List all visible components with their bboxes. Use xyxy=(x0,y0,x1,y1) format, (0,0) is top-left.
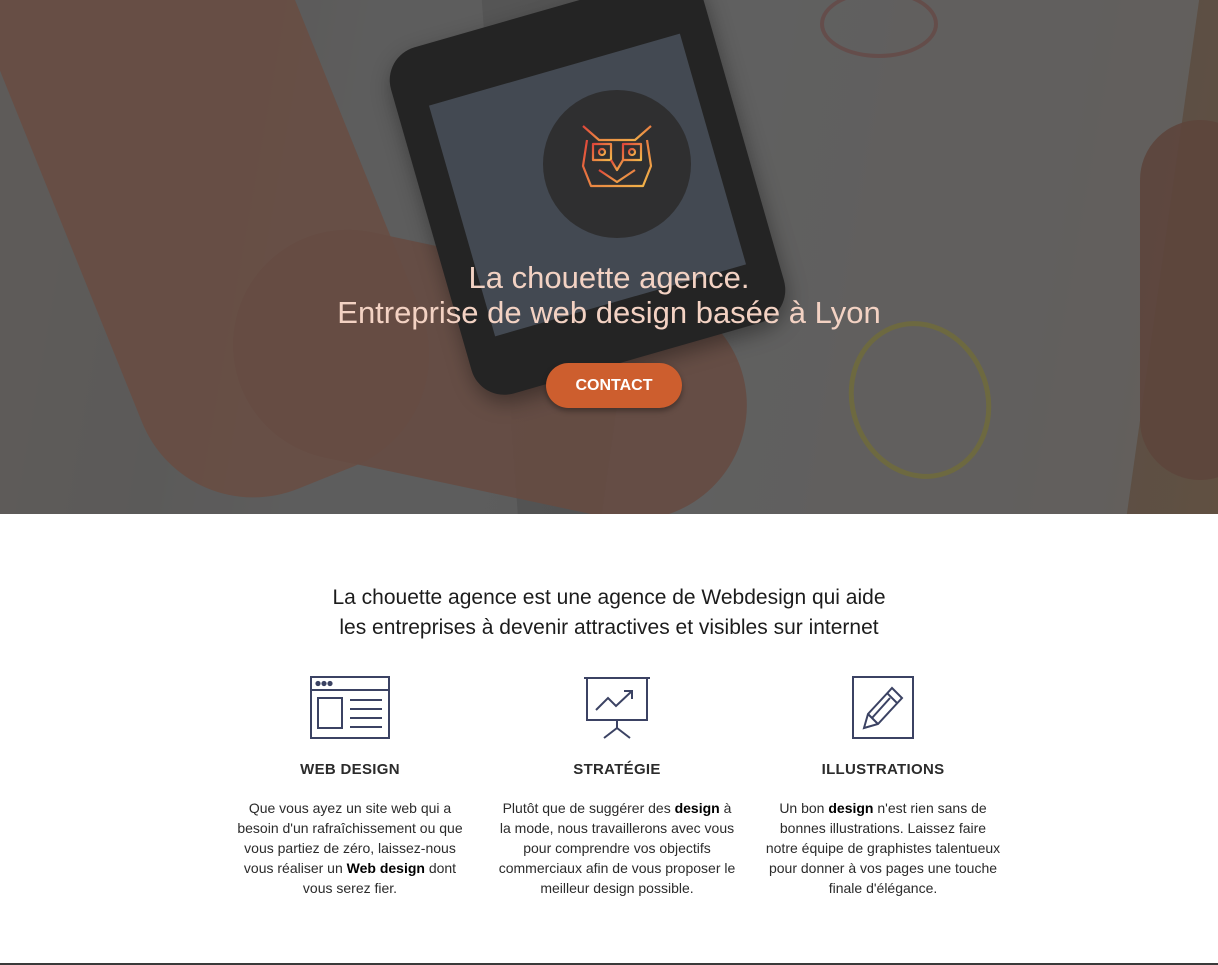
presentation-chart-icon xyxy=(584,676,650,745)
intro-text-line2: les entreprises à devenir attractives et… xyxy=(339,616,879,639)
pencil-square-icon xyxy=(852,676,914,745)
hero-subtitle: Entreprise de web design basée à Lyon xyxy=(337,295,881,330)
service-description: Un bon design n'est rien sans de bonnes … xyxy=(765,800,1001,896)
service-title: WEB DESIGN xyxy=(300,761,400,778)
service-title: STRATÉGIE xyxy=(573,761,661,778)
browser-window-icon xyxy=(310,676,390,745)
service-title: ILLUSTRATIONS xyxy=(821,761,945,778)
service-description: Plutôt que de suggérer des design à la m… xyxy=(498,800,736,896)
hero-section: La chouette agence. Entreprise de web de… xyxy=(0,0,1218,514)
intro-text-line1: La chouette agence est une agence de Web… xyxy=(332,586,886,609)
contact-button[interactable]: CONTACT xyxy=(546,363,682,408)
service-description: Que vous ayez un site web qui a besoin d… xyxy=(237,800,463,896)
hero-title: La chouette agence. xyxy=(468,260,750,295)
owl-logo-icon xyxy=(543,90,691,238)
hero-overlay xyxy=(0,0,1218,514)
